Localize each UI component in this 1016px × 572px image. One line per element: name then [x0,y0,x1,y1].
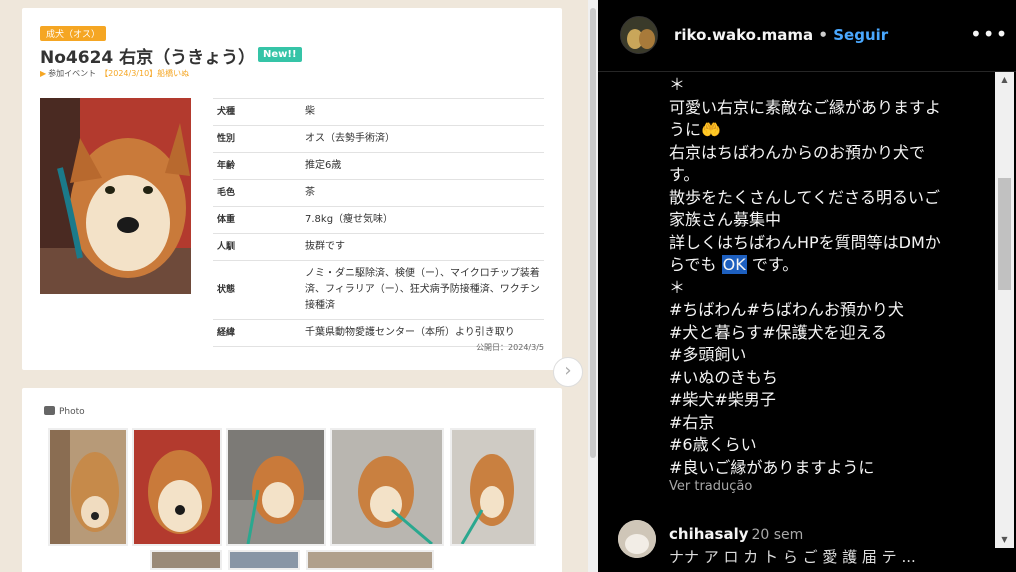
new-badge: New!! [258,47,302,62]
comment-text: ナナ ア ロ カ ト ら ご 愛 護 届 テ ... [669,548,916,566]
dog-info-table: 犬種 柴 性別 オス（去勢手術済） 年齢 推定6歳 毛色 茶 体重 7.8kg（痩せ気味）… [213,98,544,347]
gallery-thumbnail[interactable] [132,428,222,546]
table-row: 人馴 抜群です [213,233,544,261]
caption-line: 詳しくはちばわんHPを質問等はDMか [669,232,941,252]
caption-line: ＊ [669,75,686,94]
row-key: 性別 [217,134,236,144]
scrollbar-thumb[interactable] [998,178,1011,290]
commenter-avatar[interactable] [618,520,656,558]
comment-time: 20 sem [751,527,804,543]
caption-line: す。 [669,165,700,184]
caption-line: ＊ [669,277,686,297]
gallery-thumbnail[interactable] [330,428,444,546]
hashtag-line[interactable]: #右京 [669,412,979,435]
commenter-row: chihasaly 20 sem [669,525,803,543]
photo-label-text: Photo [59,407,85,417]
caption-text: です。 [751,255,799,274]
caption-line: 可愛い右京に素敵なご縁がありますよ [669,97,942,117]
row-value: 抜群です [305,241,345,252]
gallery-thumbnail[interactable] [150,550,222,570]
row-key: 状態 [217,285,236,295]
table-row: 年齢 推定6歳 [213,152,544,180]
avatar[interactable] [620,16,658,54]
row-key: 毛色 [217,188,236,198]
caption-line: らでも OK です。 [669,254,979,277]
event-link[interactable]: 【2024/3/10】船橋いぬ [100,69,189,78]
camera-icon [44,406,55,415]
page-scrollbar[interactable] [588,0,598,572]
selected-text: OK [721,255,747,274]
dog-main-photo[interactable] [40,98,191,294]
post-caption: ＊ 可愛い右京に素敵なご縁がありますよ うに🤲 右京はちばわんからのお預かり犬で… [669,74,979,479]
category-tag: 成犬（オス） [40,26,107,41]
caption-line: 散歩をたくさんしてくださる明るいご [669,187,941,207]
post-header: riko.wako.mama • Seguir ••• [598,0,1016,72]
dog-title: No4624 右京（うきょう） [40,48,256,68]
row-value: 推定6歳 [305,160,342,171]
hashtag-line[interactable]: #多頭飼い [669,344,979,367]
row-key: 経緯 [217,328,236,338]
table-row: 犬種 柴 [213,98,544,126]
hashtag-line[interactable]: #いぬのきもち [669,367,979,390]
more-options-icon[interactable]: ••• [970,22,1008,46]
row-value: 柴 [305,106,315,117]
caption-scrollbar[interactable]: ▲ ▼ [995,72,1014,548]
table-row: 毛色 茶 [213,179,544,207]
event-row: ▶ 参加イベント 【2024/3/10】船橋いぬ [40,68,189,79]
caption-line: うに🤲 [669,120,721,139]
event-label: 参加イベント [48,69,97,78]
scroll-up-icon[interactable]: ▲ [995,72,1014,88]
table-row: 体重 7.8kg（痩せ気味） [213,206,544,234]
hashtag-line[interactable]: #ちばわん#ちばわんお預かり犬 [669,299,979,322]
row-value: ノミ・ダニ駆除済、検便（ー）、マイクロチップ装着済、フィラリア（ー）、狂犬病予防… [305,268,540,311]
row-key: 人馴 [217,242,236,252]
see-translation-link[interactable]: Ver tradução [669,479,752,494]
caption-text: らでも [669,255,717,274]
row-key: 犬種 [217,107,236,117]
instagram-post-panel: riko.wako.mama • Seguir ••• ＊ 可愛い右京に素敵なご… [598,0,1016,572]
gallery-thumbnail[interactable] [48,428,128,546]
post-username-row: riko.wako.mama • Seguir [674,26,888,44]
row-key: 体重 [217,215,236,225]
table-row: 状態 ノミ・ダニ駆除済、検便（ー）、マイクロチップ装着済、フィラリア（ー）、狂犬病… [213,260,544,320]
photo-gallery-card: Photo [22,388,562,572]
gallery-thumbnail[interactable] [306,550,434,570]
photo-label: Photo [44,406,85,417]
scroll-down-icon[interactable]: ▼ [995,532,1014,548]
caption-line: 右京はちばわんからのお預かり犬で [669,142,926,162]
flag-icon: ▶ [40,69,47,78]
next-arrow-button[interactable]: › [553,357,583,387]
hashtag-line[interactable]: #良いご縁がありますように [669,457,979,480]
adoption-page: 成犬（オス） No4624 右京（うきょう） New!! ▶ 参加イベント 【202… [0,0,598,572]
scrollbar-thumb[interactable] [590,8,596,458]
gallery-thumbnail[interactable] [450,428,536,546]
row-key: 年齢 [217,161,236,171]
gallery-thumbnail[interactable] [226,428,326,546]
published-date: 公開日：2024/3/5 [476,343,544,352]
hashtag-line[interactable]: #6歳くらい [669,434,979,457]
chevron-right-icon: › [564,360,572,381]
separator-dot: • [818,26,829,44]
hashtag-line[interactable]: #柴犬#柴男子 [669,389,979,412]
follow-button[interactable]: Seguir [833,26,888,44]
row-value: オス（去勢手術済） [305,133,395,144]
hashtag-line[interactable]: #犬と暮らす#保護犬を迎える [669,322,979,345]
row-value: 茶 [305,187,315,198]
caption-line: 家族さん募集中 [669,210,782,229]
username-link[interactable]: riko.wako.mama [674,26,813,44]
table-row: 性別 オス（去勢手術済） [213,125,544,153]
gallery-thumbnail[interactable] [228,550,300,570]
commenter-username[interactable]: chihasaly [669,525,748,543]
row-value: 7.8kg（痩せ気味） [305,214,394,225]
dog-profile-card: 成犬（オス） No4624 右京（うきょう） New!! ▶ 参加イベント 【202… [22,8,562,370]
